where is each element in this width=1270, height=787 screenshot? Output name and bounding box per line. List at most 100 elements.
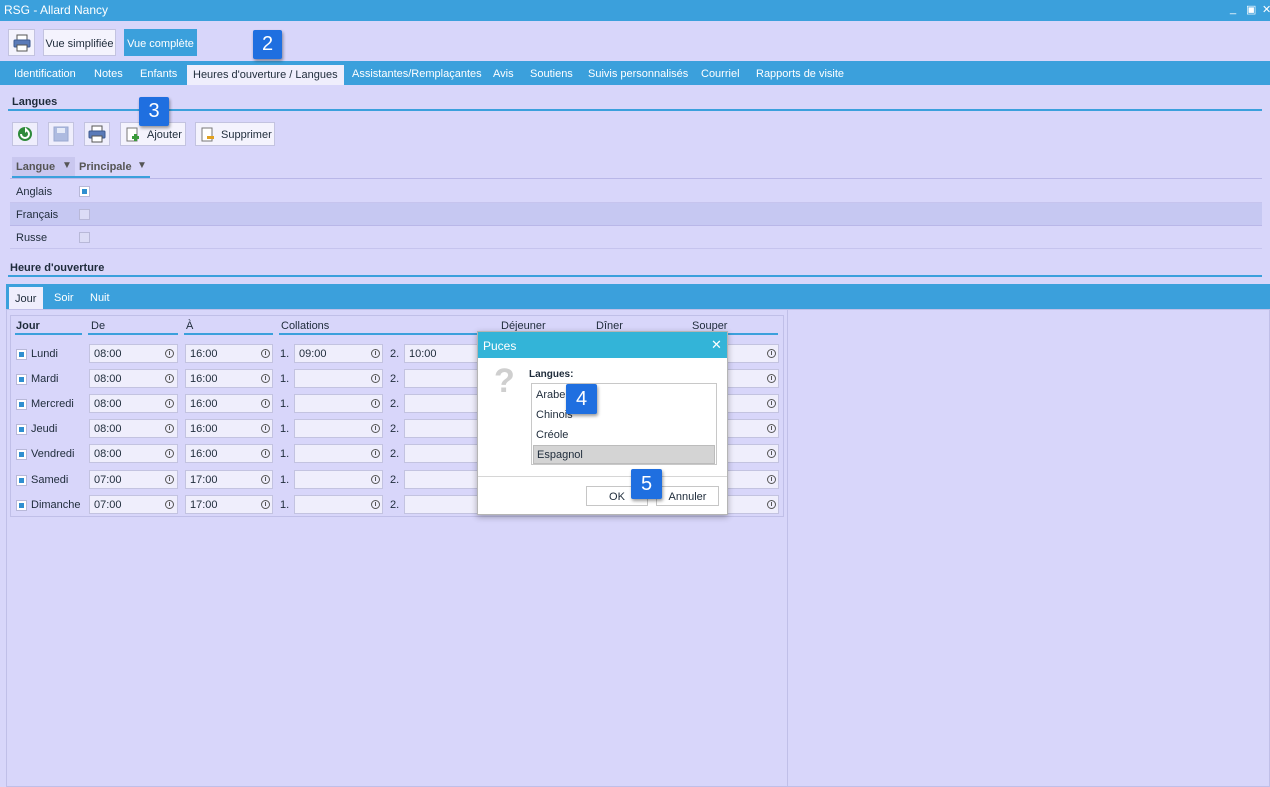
to-time-input[interactable]: 16:00: [185, 419, 273, 438]
clock-icon[interactable]: [261, 349, 270, 358]
full-view-button[interactable]: Vue complète: [124, 29, 197, 56]
clock-icon[interactable]: [767, 399, 776, 408]
table-row[interactable]: Français: [10, 203, 1262, 226]
subtab-jour[interactable]: Jour: [9, 287, 43, 309]
clock-icon[interactable]: [371, 374, 380, 383]
tab-avis[interactable]: Avis: [493, 68, 514, 85]
tab-enfants[interactable]: Enfants: [140, 68, 177, 85]
clock-icon[interactable]: [261, 374, 270, 383]
snack1-input[interactable]: [294, 394, 383, 413]
list-item[interactable]: Arabe: [533, 386, 715, 405]
clock-icon[interactable]: [371, 349, 380, 358]
tab-courriel[interactable]: Courriel: [701, 68, 740, 85]
clock-icon[interactable]: [165, 475, 174, 484]
clock-icon[interactable]: [165, 349, 174, 358]
snack1-input[interactable]: [294, 495, 383, 514]
filter-icon[interactable]: ▼: [137, 160, 147, 171]
to-time-input[interactable]: 17:00: [185, 495, 273, 514]
snack1-input[interactable]: [294, 419, 383, 438]
maximize-icon[interactable]: ▣: [1246, 3, 1256, 16]
snack1-input[interactable]: 09:00: [294, 344, 383, 363]
to-time-input[interactable]: 16:00: [185, 344, 273, 363]
clock-icon[interactable]: [165, 424, 174, 433]
clock-icon[interactable]: [371, 449, 380, 458]
snack2-input[interactable]: [404, 444, 478, 463]
table-row[interactable]: Anglais: [10, 180, 1262, 203]
tab-soutiens[interactable]: Soutiens: [530, 68, 573, 85]
clock-icon[interactable]: [261, 399, 270, 408]
to-time-input[interactable]: 16:00: [185, 444, 273, 463]
clock-icon[interactable]: [767, 475, 776, 484]
snack2-input[interactable]: [404, 495, 478, 514]
day-checkbox[interactable]: [16, 374, 27, 385]
snack1-input[interactable]: [294, 444, 383, 463]
table-row[interactable]: Russe: [10, 226, 1262, 249]
snack2-input[interactable]: [404, 419, 478, 438]
snack2-input[interactable]: [404, 369, 478, 388]
subtab-soir[interactable]: Soir: [54, 292, 74, 304]
filter-icon[interactable]: ▼: [62, 160, 72, 171]
clock-icon[interactable]: [165, 399, 174, 408]
clock-icon[interactable]: [261, 424, 270, 433]
clock-icon[interactable]: [767, 374, 776, 383]
clock-icon[interactable]: [767, 424, 776, 433]
print-list-button[interactable]: [84, 122, 110, 146]
add-label: Ajouter: [147, 129, 182, 141]
tab-notes[interactable]: Notes: [94, 68, 123, 85]
day-checkbox[interactable]: [16, 449, 27, 460]
tab-assistantes[interactable]: Assistantes/Remplaçantes: [352, 68, 482, 85]
to-time-input[interactable]: 17:00: [185, 470, 273, 489]
snack2-input[interactable]: [404, 470, 478, 489]
snack1-prefix: 1.: [280, 474, 290, 486]
snack1-input[interactable]: [294, 470, 383, 489]
clock-icon[interactable]: [261, 475, 270, 484]
snack2-input[interactable]: [404, 394, 478, 413]
to-time-input[interactable]: 16:00: [185, 394, 273, 413]
snack1-input[interactable]: [294, 369, 383, 388]
clock-icon[interactable]: [767, 449, 776, 458]
day-checkbox[interactable]: [16, 500, 27, 511]
clock-icon[interactable]: [165, 374, 174, 383]
clock-icon[interactable]: [261, 500, 270, 509]
tab-suivis[interactable]: Suivis personnalisés: [588, 68, 688, 85]
principal-checkbox[interactable]: [79, 232, 90, 243]
clock-icon[interactable]: [371, 500, 380, 509]
to-time-input[interactable]: 16:00: [185, 369, 273, 388]
clock-icon[interactable]: [165, 500, 174, 509]
save-button[interactable]: [48, 122, 74, 146]
simple-view-button[interactable]: Vue simplifiée: [43, 29, 116, 56]
clock-icon[interactable]: [371, 475, 380, 484]
close-icon[interactable]: ✕: [1262, 3, 1270, 16]
day-checkbox[interactable]: [16, 424, 27, 435]
col-header-langue[interactable]: Langue ▼: [12, 157, 75, 177]
tab-identification[interactable]: Identification: [14, 68, 76, 85]
day-checkbox[interactable]: [16, 399, 27, 410]
cancel-button[interactable]: Annuler: [656, 486, 719, 506]
principal-checkbox[interactable]: [79, 209, 90, 220]
day-checkbox[interactable]: [16, 475, 27, 486]
clock-icon[interactable]: [165, 449, 174, 458]
clock-icon[interactable]: [371, 424, 380, 433]
clock-icon[interactable]: [767, 349, 776, 358]
clock-icon[interactable]: [767, 500, 776, 509]
list-item-selected[interactable]: Espagnol: [533, 445, 715, 464]
dialog-header: Puces ✕: [478, 332, 727, 358]
tab-heures-langues[interactable]: Heures d'ouverture / Langues: [187, 65, 344, 85]
refresh-button[interactable]: [12, 122, 38, 146]
minimize-icon[interactable]: _: [1230, 3, 1236, 15]
list-item[interactable]: Créole: [533, 426, 715, 445]
print-button[interactable]: [8, 29, 35, 56]
principal-checkbox[interactable]: [79, 186, 90, 197]
col-a: À: [186, 320, 194, 332]
col-header-principale[interactable]: Principale ▼: [76, 157, 150, 177]
day-name: Samedi: [31, 474, 69, 486]
list-item[interactable]: Chinois: [533, 406, 715, 425]
tab-rapports[interactable]: Rapports de visite: [756, 68, 844, 85]
day-checkbox[interactable]: [16, 349, 27, 360]
delete-language-button[interactable]: Supprimer: [195, 122, 275, 146]
clock-icon[interactable]: [371, 399, 380, 408]
snack2-input[interactable]: 10:00: [404, 344, 478, 363]
subtab-nuit[interactable]: Nuit: [90, 292, 110, 304]
clock-icon[interactable]: [261, 449, 270, 458]
close-icon[interactable]: ✕: [711, 337, 722, 353]
